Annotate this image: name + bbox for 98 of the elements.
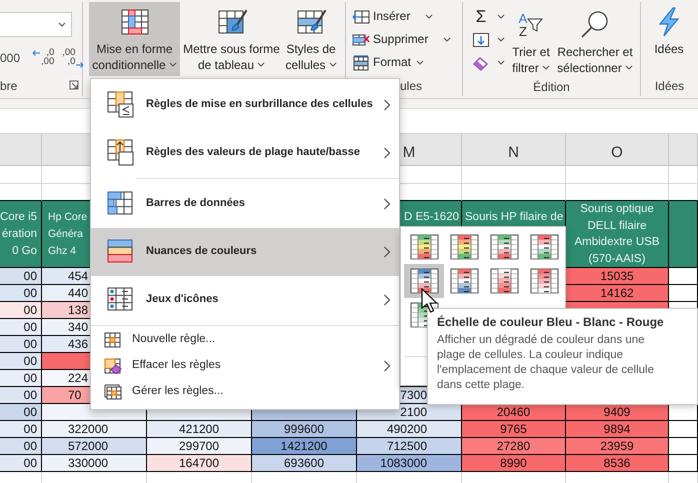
table-cell: 00 — [0, 370, 42, 387]
table-cell — [669, 268, 698, 285]
table-cell: 00 — [0, 438, 42, 455]
table-cell: 490200 — [357, 421, 462, 438]
table-cell: 999600 — [252, 421, 357, 438]
table-cell: 9894 — [566, 421, 669, 438]
table-cell: 00 — [0, 421, 42, 438]
table-cell: 693600 — [252, 455, 357, 472]
table-cell: 421200 — [147, 421, 252, 438]
format-icon — [352, 54, 370, 70]
table-cell: 00 — [0, 336, 42, 353]
table-cell — [669, 438, 698, 455]
insert-icon — [352, 8, 370, 24]
table-cell: 20460 — [462, 404, 566, 421]
ribbon-button[interactable]: Mise en forme conditionnelle — [89, 2, 180, 76]
arrow-icon — [32, 50, 40, 56]
ribbon-button[interactable]: Format — [349, 51, 462, 74]
group-label: ules — [400, 79, 422, 93]
menu-item[interactable]: Règles de mise en surbrillance des cellules — [91, 81, 399, 129]
table-cell: 00 — [0, 268, 42, 285]
table-cell: 15035 — [566, 268, 669, 285]
increase-decimal-button[interactable]: ,0 ,00 — [29, 48, 56, 70]
color-scale-icon — [490, 268, 518, 294]
header-cell: Core i5 ération 0 Go — [0, 201, 42, 268]
dialog-launcher-icon — [69, 80, 79, 90]
table-cell: 00 — [0, 285, 42, 302]
ribbon-button[interactable]: Insérer — [349, 5, 462, 28]
table-cell — [669, 166, 698, 184]
table-cell: 00 — [0, 353, 42, 370]
caret-icon — [328, 62, 337, 68]
color-scale-icon — [530, 234, 558, 260]
caret-icon — [497, 60, 505, 65]
arrow-icon — [76, 62, 84, 68]
table-cell: 712500 — [357, 438, 462, 455]
table-cell: 299700 — [147, 438, 252, 455]
color-scale-icon — [490, 234, 518, 260]
color-scale-icon — [450, 234, 478, 260]
table-cell: 00 — [0, 319, 42, 336]
decrease-decimal-button[interactable]: ,00 ,0 — [60, 48, 88, 70]
column-header[interactable]: N — [462, 134, 566, 166]
thousands-button[interactable]: 000 — [0, 47, 24, 70]
clear-rules-icon — [104, 358, 122, 374]
color-scale-icon — [530, 268, 558, 294]
header-cell: Souris optique DELL filaire Ambidextre USB (570-AAIS) — [566, 201, 669, 268]
delete-icon — [352, 32, 370, 48]
caret-icon — [542, 65, 550, 70]
caret-icon — [624, 65, 633, 70]
group-label: Édition — [533, 80, 570, 94]
color-scale-option[interactable] — [404, 264, 444, 298]
icon-sets-icon — [108, 288, 132, 310]
group-label: Idées — [654, 79, 684, 93]
caret-icon — [168, 62, 177, 68]
table-cell — [669, 421, 698, 438]
table-cell: 572000 — [42, 438, 147, 455]
table-cell: 27280 — [462, 438, 566, 455]
table-cell: 322000 — [42, 421, 147, 438]
table-cell: 9409 — [566, 404, 669, 421]
table-cell — [669, 455, 698, 472]
table-cell: 00 — [0, 387, 42, 404]
table-cell: 8990 — [462, 455, 566, 472]
sort-filter-button[interactable]: A Z Trier et filtrer — [508, 5, 554, 79]
caret-icon — [425, 14, 434, 19]
color-scale-icon — [410, 234, 438, 260]
table-cell: 164700 — [147, 455, 252, 472]
table-cell: 00 — [0, 302, 42, 319]
table-cell: 1421200 — [252, 438, 357, 455]
manage-rules-icon — [104, 384, 122, 400]
menu-item[interactable]: Nuances de couleurs — [91, 228, 399, 276]
caret-icon — [58, 22, 66, 27]
group-label: bre — [0, 78, 18, 95]
caret-icon — [497, 14, 505, 19]
ideas-button[interactable]: Idées — [647, 2, 691, 76]
table-cell: 14162 — [566, 285, 669, 302]
ribbon-button[interactable]: Supprimer — [349, 28, 462, 51]
table-cell: 330000 — [42, 455, 147, 472]
top-bottom-rules-icon — [106, 138, 136, 168]
table-cell: 9765 — [462, 421, 566, 438]
column-header[interactable]: O — [566, 134, 669, 166]
table-cell: 00 — [0, 455, 42, 472]
caret-icon — [416, 60, 424, 65]
table-cell: 1083000 — [357, 455, 462, 472]
header-cell — [669, 201, 698, 268]
color-scale-icon — [410, 268, 438, 294]
ribbon-button[interactable]: Mettre sous forme de tableau — [181, 2, 282, 76]
find-select-button[interactable]: Rechercher et sélectionner — [554, 5, 636, 79]
caret-icon — [497, 37, 505, 42]
color-scale-icon — [450, 268, 478, 294]
caret-icon — [443, 37, 452, 42]
eraser-icon — [472, 54, 490, 70]
table-cell: 8536 — [566, 455, 669, 472]
tooltip-title: Échelle de couleur Bleu - Blanc - Rouge — [437, 315, 665, 330]
autosum-button[interactable]: Σ — [469, 5, 508, 28]
table-cell: 23959 — [566, 438, 669, 455]
ribbon-button[interactable]: Styles de cellules — [283, 2, 339, 76]
highlight-rules-icon — [106, 90, 136, 120]
table-cell: 00 — [0, 404, 42, 421]
fill-down-icon — [472, 32, 490, 48]
caret-icon — [257, 62, 266, 68]
